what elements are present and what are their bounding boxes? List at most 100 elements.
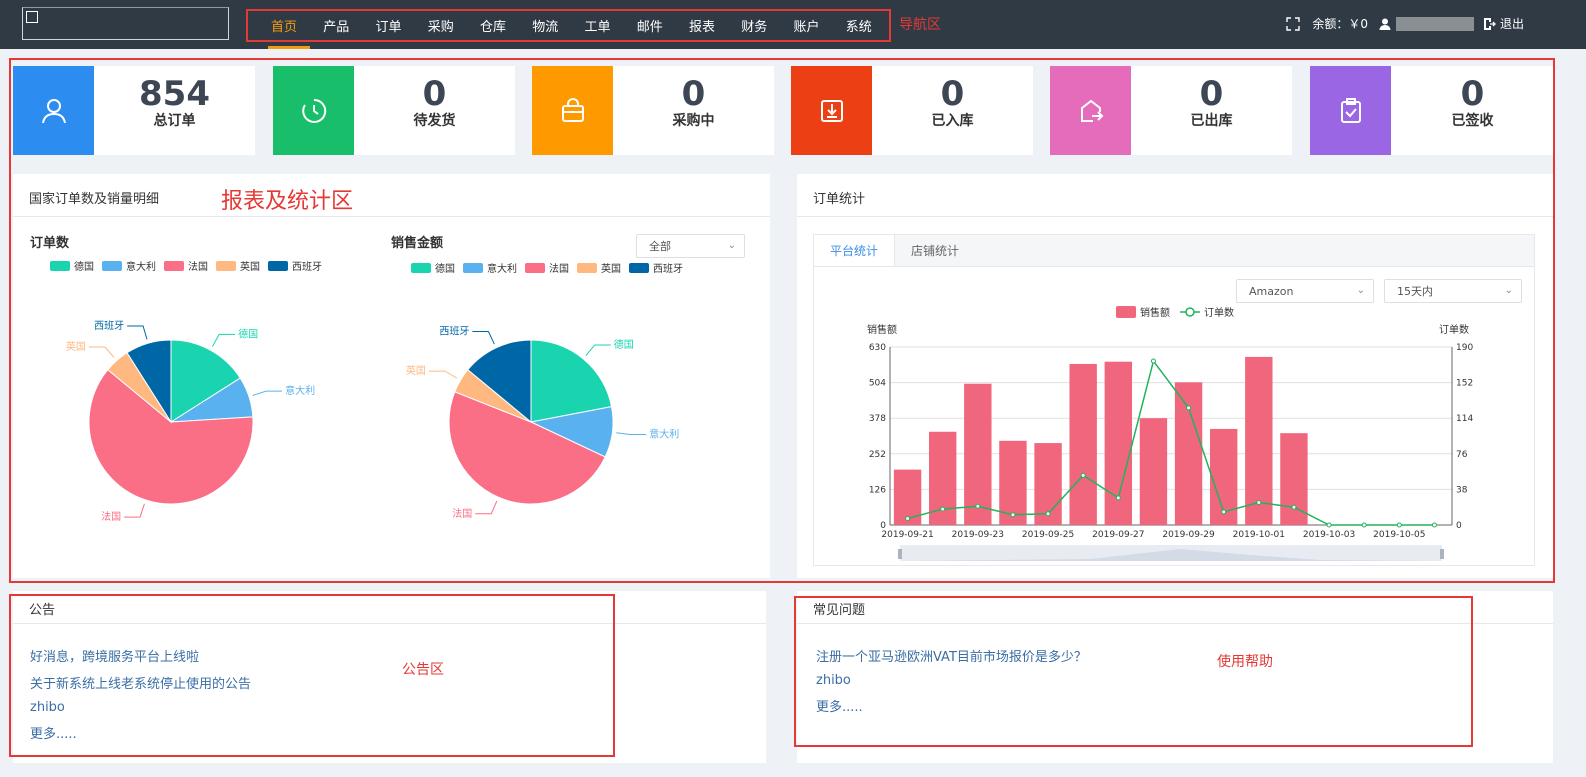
legend-item[interactable]: 意大利 (463, 260, 517, 275)
nav-item-tickets[interactable]: 工单 (576, 11, 628, 40)
pie-label: 德国 (614, 338, 634, 351)
legend-label: 西班牙 (653, 264, 683, 275)
faq-link[interactable]: zhibo (816, 673, 1087, 688)
zoom-handle-left (898, 549, 902, 559)
pie-label: 英国 (66, 340, 86, 353)
logout-link[interactable]: 退出 (1500, 15, 1524, 32)
legend-item[interactable]: 德国 (411, 260, 455, 275)
nav-item-home[interactable]: 首页 (262, 11, 314, 49)
pie-label: 西班牙 (439, 326, 469, 338)
tab-platform-stats[interactable]: 平台统计 (814, 235, 896, 266)
legend-item[interactable]: 德国 (50, 258, 94, 273)
date-range-select[interactable]: 15天内 ⌄ (1384, 279, 1522, 303)
logo[interactable] (22, 7, 229, 40)
top-bar: 首页 产品 订单 采购 仓库 物流 工单 邮件 报表 财务 账户 系统 导航区 … (0, 0, 1586, 49)
pie-label-line (88, 346, 115, 358)
select-value: 全部 (649, 240, 671, 253)
legend-item[interactable]: 西班牙 (268, 258, 322, 273)
stat-tile (13, 66, 94, 155)
pie-label-line (616, 432, 647, 436)
stat-card-pending-shipment[interactable]: 0 待发货 (273, 66, 515, 155)
more-link[interactable]: 更多..... (30, 723, 251, 742)
nav-item-finance[interactable]: 财务 (732, 11, 784, 40)
line-point (940, 506, 946, 512)
pie-label-line (472, 331, 495, 345)
y2-tick-label: 0 (1456, 521, 1462, 531)
stat-label: 总订单 (153, 113, 196, 129)
stat-label: 采购中 (672, 113, 715, 129)
legend-label-sales: 销售额 (1140, 306, 1170, 319)
fullscreen-icon[interactable] (1286, 16, 1301, 31)
order-stats-panel: 订单统计 平台统计 店铺统计 Amazon ⌄ 15天内 ⌄ 销售额 订单数 销售额… (797, 174, 1553, 578)
faq-annotation: 使用帮助 (1217, 654, 1273, 670)
legend-label: 法国 (188, 262, 208, 273)
panel-title: 公告 (29, 603, 56, 618)
notice-link[interactable]: zhibo (30, 700, 251, 715)
pie-label: 德国 (238, 327, 258, 340)
legend-item[interactable]: 英国 (216, 258, 260, 273)
tab-store-stats[interactable]: 店铺统计 (895, 235, 975, 266)
x-tick-label: 2019-10-01 (1233, 530, 1285, 540)
faq-link[interactable]: 注册一个亚马逊欧洲VAT目前市场报价是多少？ (816, 646, 1087, 665)
legend-item[interactable]: 意大利 (102, 258, 156, 273)
stat-tile (1050, 66, 1131, 155)
legend-label: 意大利 (126, 262, 156, 273)
nav-item-purchase[interactable]: 采购 (419, 11, 471, 40)
stat-card-stocked-in[interactable]: 0 已入库 (791, 66, 1033, 155)
line-point (1186, 405, 1192, 411)
legend-item[interactable]: 英国 (577, 260, 621, 275)
nav-item-mail[interactable]: 邮件 (628, 11, 680, 40)
country-filter-select[interactable]: 全部 ⌄ (636, 234, 745, 258)
user-icon (41, 98, 66, 123)
stat-card-signed[interactable]: 0 已签收 (1310, 66, 1554, 155)
x-tick-label: 2019-09-25 (1022, 530, 1074, 540)
bar (1174, 382, 1203, 525)
notice-link[interactable]: 关于新系统上线老系统停止使用的公告 (30, 673, 251, 692)
y2-tick-label: 38 (1456, 485, 1468, 495)
stat-card-stocked-out[interactable]: 0 已出库 (1050, 66, 1292, 155)
notice-list: 好消息，跨境服务平台上线啦 关于新系统上线老系统停止使用的公告 zhibo 更多… (30, 646, 251, 750)
nav-item-system[interactable]: 系统 (837, 11, 889, 40)
y2-tick-label: 76 (1456, 450, 1468, 460)
line-point (975, 503, 981, 509)
legend-label: 英国 (601, 264, 621, 275)
stat-value: 854 (139, 74, 210, 114)
notice-link[interactable]: 好消息，跨境服务平台上线啦 (30, 646, 251, 665)
stat-card-purchasing[interactable]: 0 采购中 (532, 66, 774, 155)
orders-chart-title: 订单数 (30, 236, 70, 251)
nav-item-orders[interactable]: 订单 (367, 11, 419, 40)
line-point (1291, 504, 1297, 510)
pie-label: 西班牙 (94, 320, 124, 332)
legend-item[interactable]: 法国 (164, 258, 208, 273)
more-link[interactable]: 更多..... (816, 696, 1087, 715)
bar (1245, 356, 1273, 525)
y2-tick-label: 190 (1456, 343, 1473, 353)
divider (13, 216, 770, 217)
nav-item-products[interactable]: 产品 (314, 11, 366, 40)
platform-select[interactable]: Amazon ⌄ (1236, 279, 1374, 303)
nav-item-warehouse[interactable]: 仓库 (471, 11, 523, 40)
shopping-bag-icon (561, 97, 584, 122)
stat-card-total-orders[interactable]: 854 总订单 (13, 66, 255, 155)
legend-item[interactable]: 西班牙 (629, 260, 683, 275)
nav-item-logistics[interactable]: 物流 (523, 11, 575, 40)
chevron-down-icon: ⌄ (1356, 285, 1365, 296)
nav-item-reports[interactable]: 报表 (680, 11, 732, 40)
x-tick-label: 2019-10-03 (1303, 530, 1355, 540)
clipboard-check-icon (1340, 97, 1361, 123)
chevron-down-icon: ⌄ (1504, 285, 1513, 296)
legend-item[interactable]: 法国 (525, 260, 569, 275)
y2-axis-name: 订单数 (1439, 323, 1469, 336)
faq-list: 注册一个亚马逊欧洲VAT目前市场报价是多少？ zhibo 更多..... (816, 646, 1087, 723)
pie-label-line (252, 390, 283, 396)
line-point (1326, 522, 1332, 528)
stat-label: 已入库 (931, 113, 974, 129)
logout-icon[interactable] (1482, 17, 1496, 31)
notice-annotation: 公告区 (402, 662, 444, 678)
legend-label: 意大利 (487, 264, 517, 275)
stat-tile (791, 66, 872, 155)
nav-item-account[interactable]: 账户 (785, 11, 837, 40)
line-point (1256, 500, 1262, 506)
notice-panel: 公告 好消息，跨境服务平台上线啦 关于新系统上线老系统停止使用的公告 zhibo… (13, 591, 766, 763)
country-stats-panel: 国家订单数及销量明细 报表及统计区 订单数 德国 意大利 法国 英国 西班牙 销… (13, 174, 770, 578)
